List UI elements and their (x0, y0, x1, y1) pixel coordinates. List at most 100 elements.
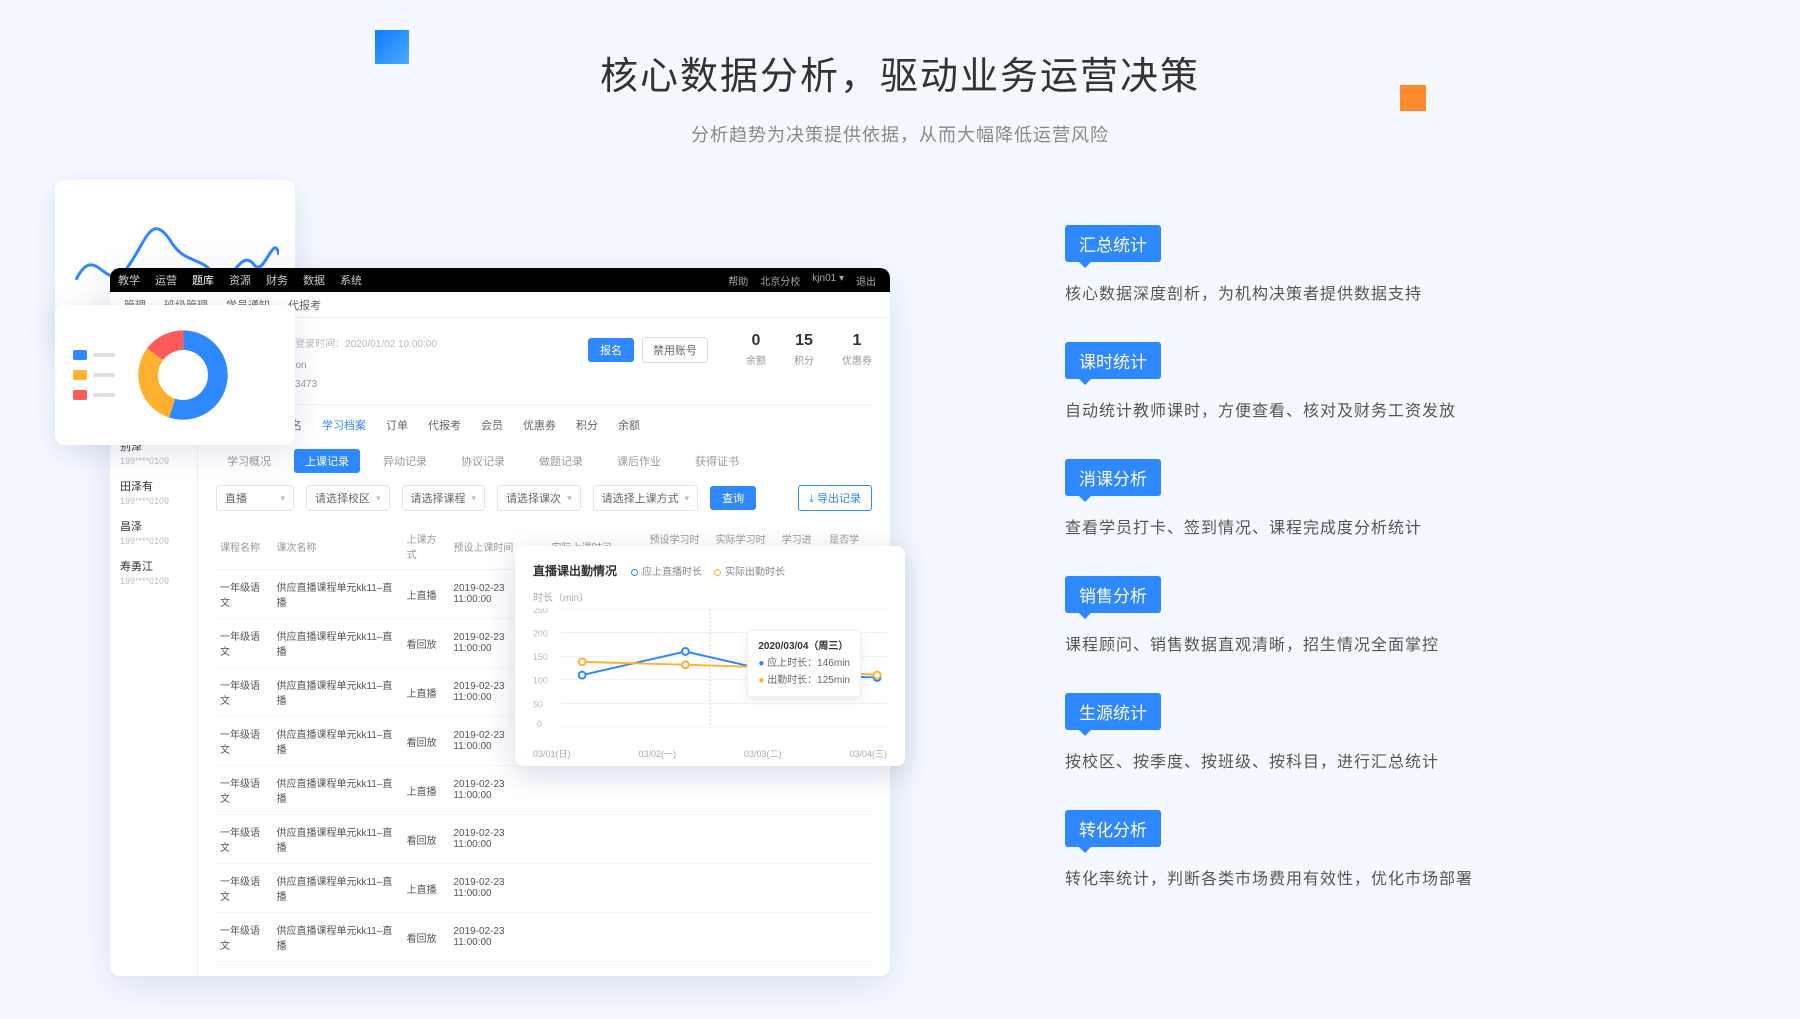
svg-text:250: 250 (533, 608, 548, 615)
table-cell (778, 864, 825, 913)
profile-tab[interactable]: 代报考 (428, 417, 461, 433)
feature-desc: 课程顾问、销售数据直观清晰，招生情况全面掌控 (1065, 631, 1625, 655)
table-cell: 供应直播课程单元kk11–直播 (272, 619, 402, 668)
top-nav-item[interactable]: 财务 (266, 272, 288, 288)
mini-donut-card (55, 305, 295, 445)
table-cell: 供应直播课程单元kk11–直播 (272, 717, 402, 766)
svg-text:200: 200 (533, 629, 548, 639)
filter-select[interactable]: 请选择课次 (497, 485, 581, 511)
table-cell: 一年级语文 (216, 913, 272, 962)
export-button[interactable]: ⤓ 导出记录 (798, 485, 872, 511)
filter-select[interactable]: 请选择课程 (402, 485, 486, 511)
table-cell (547, 913, 645, 962)
search-button[interactable]: 查询 (710, 486, 756, 510)
tooltip-date: 2020/03/04（周三） (758, 641, 848, 652)
table-cell: 2019-02-23 11:00:00 (449, 815, 547, 864)
record-pill[interactable]: 上课记录 (294, 449, 360, 473)
enroll-button[interactable]: 报名 (588, 338, 634, 362)
top-nav-item[interactable]: 运营 (155, 272, 177, 288)
profile-tab[interactable]: 优惠券 (523, 417, 556, 433)
top-right-item[interactable]: 退出 (856, 273, 876, 288)
table-cell: 一年级语文 (216, 864, 272, 913)
table-cell: 上直播 (403, 766, 450, 815)
top-right-item[interactable]: 北京分校 (760, 273, 800, 288)
filter-select[interactable]: 请选择上课方式 (593, 485, 699, 511)
student-profile: 仝卿致 · 最后登录时间：2020/01/02 10:00:00 用户id：Ia… (216, 332, 872, 405)
record-pill[interactable]: 课后作业 (606, 449, 672, 473)
top-right-menu: 帮助北京分校 kjn01 ▾ 退出 (728, 273, 876, 288)
table-cell: 一年级语文 (216, 570, 272, 619)
legend-entry: 应上直播时长 (631, 563, 702, 578)
feature-tag: 汇总统计 (1065, 225, 1161, 262)
feature-desc: 自动统计教师课时，方便查看、核对及财务工资发放 (1065, 397, 1625, 421)
hero-section: 核心数据分析，驱动业务运营决策 分析趋势为决策提供依据，从而大幅降低运营风险 (0, 0, 1800, 147)
table-row[interactable]: 一年级语文供应直播课程单元kk11–直播上直播2019-02-23 11:00:… (216, 766, 872, 815)
svg-text:50: 50 (533, 699, 543, 709)
table-cell (646, 913, 712, 962)
top-right-item[interactable]: 帮助 (728, 273, 748, 288)
table-cell (646, 864, 712, 913)
disable-account-button[interactable]: 禁用账号 (642, 337, 708, 363)
top-nav-item[interactable]: 系统 (340, 272, 362, 288)
record-pill[interactable]: 获得证书 (684, 449, 750, 473)
record-pill[interactable]: 协议记录 (450, 449, 516, 473)
profile-tab[interactable]: 余额 (618, 417, 640, 433)
top-nav-item[interactable]: 教学 (118, 272, 140, 288)
top-nav-item[interactable]: 资源 (229, 272, 251, 288)
profile-tabs: 咨询记录报名学习档案订单代报考会员优惠券积分余额 (216, 417, 872, 433)
table-cell (825, 864, 872, 913)
svg-text:0: 0 (537, 719, 542, 728)
feature-item: 课时统计 自动统计教师课时，方便查看、核对及财务工资发放 (1065, 342, 1625, 421)
table-cell (778, 913, 825, 962)
table-row[interactable]: 一年级语文供应直播课程单元kk11–直播看回放2019-02-23 11:00:… (216, 913, 872, 962)
top-right-item[interactable]: kjn01 ▾ (812, 273, 844, 288)
table-cell (712, 864, 778, 913)
hero-title: 核心数据分析，驱动业务运营决策 (600, 45, 1200, 100)
table-row[interactable]: 一年级语文供应直播课程单元kk11–直播上直播2019-02-23 11:00:… (216, 864, 872, 913)
table-cell (547, 864, 645, 913)
feature-desc: 按校区、按季度、按班级、按科目，进行汇总统计 (1065, 748, 1625, 772)
table-cell (646, 766, 712, 815)
profile-tab[interactable]: 积分 (576, 417, 598, 433)
top-nav: 教学运营题库资源财务数据系统 (118, 272, 713, 288)
profile-tab[interactable]: 订单 (386, 417, 408, 433)
filter-select[interactable]: 直播 (216, 485, 294, 511)
table-row[interactable]: 一年级语文供应直播课程单元kk11–直播看回放2019-02-23 11:00:… (216, 815, 872, 864)
table-cell: 一年级语文 (216, 766, 272, 815)
table-cell: 一年级语文 (216, 815, 272, 864)
table-cell (778, 766, 825, 815)
table-cell: 2019-02-23 11:00:00 (449, 913, 547, 962)
top-nav-item[interactable]: 数据 (303, 272, 325, 288)
sidebar-student[interactable]: 田泽有199****0109 (110, 472, 197, 512)
profile-tab[interactable]: 会员 (481, 417, 503, 433)
feature-item: 销售分析 课程顾问、销售数据直观清晰，招生情况全面掌控 (1065, 576, 1625, 655)
table-cell: 看回放 (403, 913, 450, 962)
chart-area: 250200 150100 500 2020/03/04（周三） ● 应上时长：… (533, 608, 887, 743)
top-nav-item[interactable]: 题库 (192, 272, 214, 288)
legend-entry: 实际出勤时长 (714, 563, 785, 578)
donut-legend (73, 350, 115, 400)
donut-chart (137, 329, 229, 421)
feature-tag: 课时统计 (1065, 342, 1161, 379)
feature-item: 消课分析 查看学员打卡、签到情况、课程完成度分析统计 (1065, 459, 1625, 538)
table-cell (712, 766, 778, 815)
feature-tag: 消课分析 (1065, 459, 1161, 496)
x-tick: 03/02(一) (638, 747, 676, 760)
table-cell: 供应直播课程单元kk11–直播 (272, 815, 402, 864)
record-pill[interactable]: 异动记录 (372, 449, 438, 473)
chart-x-axis: 03/01(日)03/02(一)03/03(二)03/04(三) (533, 747, 887, 760)
profile-tab[interactable]: 学习档案 (322, 417, 366, 433)
x-tick: 03/01(日) (533, 747, 571, 760)
table-cell (825, 913, 872, 962)
record-type-pills: 学习概况上课记录异动记录协议记录做题记录课后作业获得证书 (216, 449, 872, 473)
table-cell: 供应直播课程单元kk11–直播 (272, 570, 402, 619)
table-cell (646, 815, 712, 864)
record-pill[interactable]: 学习概况 (216, 449, 282, 473)
table-header: 课程名称 (216, 523, 272, 570)
legend-item (73, 370, 115, 380)
table-cell: 供应直播课程单元kk11–直播 (272, 913, 402, 962)
filter-select[interactable]: 请选择校区 (306, 485, 390, 511)
sidebar-student[interactable]: 昌泽199****0109 (110, 512, 197, 552)
sidebar-student[interactable]: 寿勇江199****0109 (110, 552, 197, 592)
record-pill[interactable]: 做题记录 (528, 449, 594, 473)
